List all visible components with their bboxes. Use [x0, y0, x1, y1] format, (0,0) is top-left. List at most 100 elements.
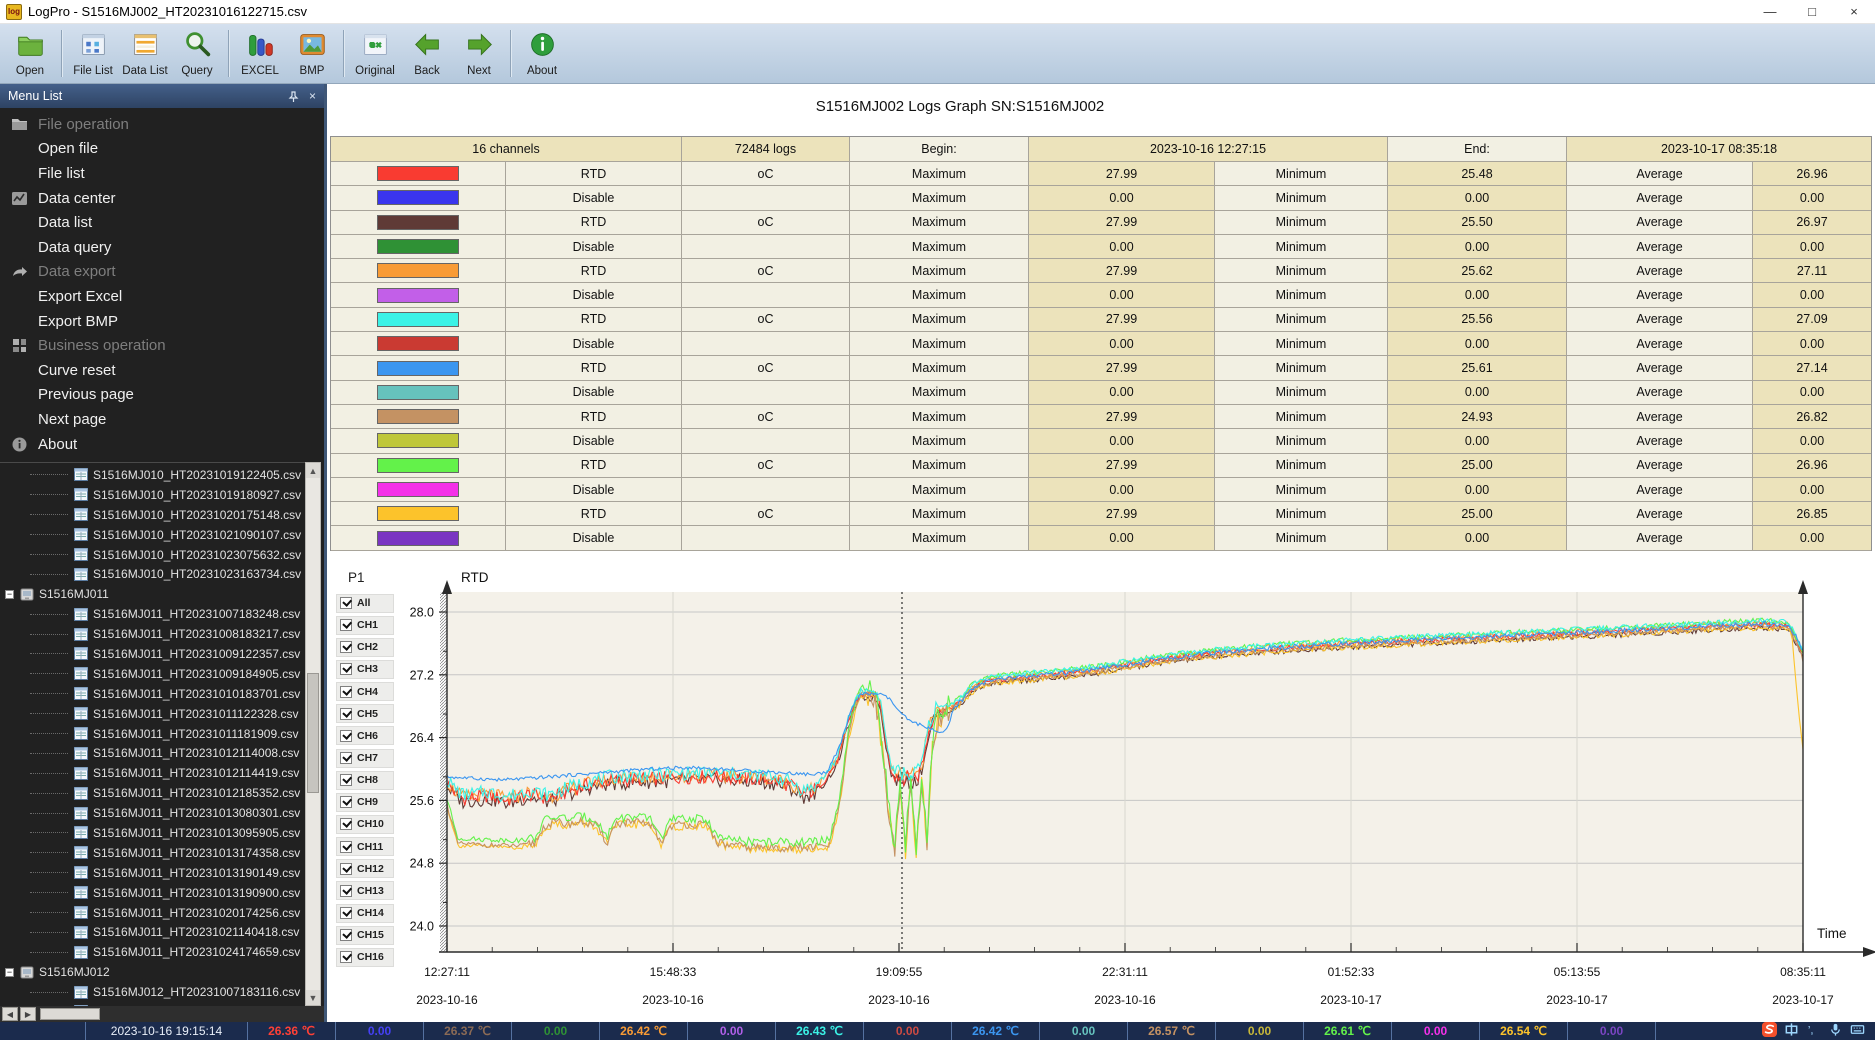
channel-toggle-ch10[interactable]: CH10	[336, 815, 394, 834]
checkbox-checked-icon[interactable]	[340, 663, 352, 675]
checkbox-checked-icon[interactable]	[340, 841, 352, 853]
toolbar-button-file-list[interactable]: File List	[67, 26, 119, 81]
ime-chinese-icon[interactable]	[1784, 1022, 1799, 1040]
channel-toggle-ch1[interactable]: CH1	[336, 616, 394, 635]
collapse-icon[interactable]: −	[5, 968, 14, 977]
tree-file[interactable]: S1516MJ011_HT20231009184905.csv	[0, 664, 308, 684]
tree-file[interactable]: S1516MJ011_HT20231013190149.csv	[0, 863, 308, 883]
toolbar-button-next[interactable]: Next	[453, 26, 505, 81]
close-panel-icon[interactable]: ×	[309, 89, 316, 103]
toolbar-button-bmp[interactable]: BMP	[286, 26, 338, 81]
menu-item-open-file[interactable]: Open file	[0, 137, 324, 162]
tree-file[interactable]: S1516MJ011_HT20231012185352.csv	[0, 783, 308, 803]
channel-toggle-ch12[interactable]: CH12	[336, 859, 394, 878]
tree-file[interactable]: S1516MJ011_HT20231012114419.csv	[0, 763, 308, 783]
tree-horizontal-scrollbar[interactable]: ◀ ▶	[0, 1006, 324, 1022]
menu-item-export-excel[interactable]: Export Excel	[0, 284, 324, 309]
tree-file[interactable]: S1516MJ010_HT20231023163734.csv	[0, 564, 308, 584]
channel-toggle-ch9[interactable]: CH9	[336, 793, 394, 812]
menu-item-export-bmp[interactable]: Export BMP	[0, 309, 324, 334]
tree-file[interactable]: S1516MJ012_HT20231007183116.csv	[0, 982, 308, 1002]
tree-file[interactable]: S1516MJ011_HT20231013174358.csv	[0, 843, 308, 863]
close-button[interactable]: ×	[1833, 0, 1875, 23]
checkbox-checked-icon[interactable]	[340, 752, 352, 764]
toolbar-button-original[interactable]: Original	[349, 26, 401, 81]
checkbox-checked-icon[interactable]	[340, 619, 352, 631]
menu-item-curve-reset[interactable]: Curve reset	[0, 358, 324, 383]
menu-item-about[interactable]: About	[0, 432, 324, 457]
checkbox-checked-icon[interactable]	[340, 597, 352, 609]
toolbar-button-about[interactable]: About	[516, 26, 568, 81]
channel-toggle-ch3[interactable]: CH3	[336, 660, 394, 679]
tree-file[interactable]: S1516MJ010_HT20231019122405.csv	[0, 465, 308, 485]
toolbar-button-excel[interactable]: EXCEL	[234, 26, 286, 81]
menu-item-data-query[interactable]: Data query	[0, 235, 324, 260]
pin-icon[interactable]	[288, 91, 299, 102]
tree-file[interactable]: S1516MJ010_HT20231020175148.csv	[0, 505, 308, 525]
sogou-logo-icon[interactable]	[1762, 1022, 1777, 1040]
tree-file[interactable]: S1516MJ011_HT20231013080301.csv	[0, 803, 308, 823]
channel-toggle-all[interactable]: All	[336, 594, 394, 613]
tree-file[interactable]: S1516MJ011_HT20231011122328.csv	[0, 704, 308, 724]
tree-file[interactable]: S1516MJ011_HT20231011181909.csv	[0, 724, 308, 744]
channel-toggle-ch11[interactable]: CH11	[336, 837, 394, 856]
tree-file[interactable]: S1516MJ010_HT20231021090107.csv	[0, 525, 308, 545]
checkbox-checked-icon[interactable]	[340, 907, 352, 919]
tree-vertical-scrollbar[interactable]: ▲ ▼	[305, 462, 321, 1006]
scrollbar-thumb[interactable]	[307, 673, 319, 793]
punctuation-icon[interactable]: ’,	[1806, 1022, 1821, 1040]
tree-file[interactable]: S1516MJ011_HT20231021140418.csv	[0, 922, 308, 942]
channel-toggle-ch14[interactable]: CH14	[336, 904, 394, 923]
tree-file[interactable]: S1516MJ011_HT20231008183217.csv	[0, 624, 308, 644]
checkbox-checked-icon[interactable]	[340, 796, 352, 808]
channel-toggle-ch2[interactable]: CH2	[336, 638, 394, 657]
channel-toggle-ch4[interactable]: CH4	[336, 682, 394, 701]
scroll-up-icon[interactable]: ▲	[306, 463, 320, 478]
scrollbar-thumb[interactable]	[40, 1008, 100, 1020]
checkbox-checked-icon[interactable]	[340, 641, 352, 653]
checkbox-checked-icon[interactable]	[340, 774, 352, 786]
checkbox-checked-icon[interactable]	[340, 885, 352, 897]
checkbox-checked-icon[interactable]	[340, 708, 352, 720]
checkbox-checked-icon[interactable]	[340, 951, 352, 963]
menu-item-data-center[interactable]: Data center	[0, 186, 324, 211]
checkbox-checked-icon[interactable]	[340, 818, 352, 830]
menu-item-file-list[interactable]: File list	[0, 161, 324, 186]
checkbox-checked-icon[interactable]	[340, 863, 352, 875]
keyboard-icon[interactable]	[1850, 1022, 1865, 1040]
checkbox-checked-icon[interactable]	[340, 929, 352, 941]
tree-file[interactable]: S1516MJ011_HT20231012114008.csv	[0, 743, 308, 763]
channel-toggle-ch15[interactable]: CH15	[336, 926, 394, 945]
minimize-button[interactable]: —	[1749, 0, 1791, 23]
checkbox-checked-icon[interactable]	[340, 730, 352, 742]
maximize-button[interactable]: □	[1791, 0, 1833, 23]
collapse-icon[interactable]: −	[5, 590, 14, 599]
toolbar-button-open[interactable]: Open	[4, 26, 56, 81]
toolbar-button-query[interactable]: Query	[171, 26, 223, 81]
tree-file[interactable]: S1516MJ011_HT20231020174256.csv	[0, 903, 308, 923]
tree-group[interactable]: −S1516MJ011	[0, 584, 308, 604]
channel-toggle-ch6[interactable]: CH6	[336, 726, 394, 745]
tree-file[interactable]: S1516MJ011_HT20231007183248.csv	[0, 604, 308, 624]
scroll-left-icon[interactable]: ◀	[2, 1007, 18, 1021]
tree-file[interactable]: S1516MJ011_HT20231009122357.csv	[0, 644, 308, 664]
tree-file[interactable]: S1516MJ011_HT20231013190900.csv	[0, 883, 308, 903]
channel-toggle-ch8[interactable]: CH8	[336, 771, 394, 790]
menu-item-next-page[interactable]: Next page	[0, 407, 324, 432]
channel-toggle-ch13[interactable]: CH13	[336, 881, 394, 900]
tree-file[interactable]: S1516MJ011_HT20231010183701.csv	[0, 684, 308, 704]
tree-file[interactable]: S1516MJ010_HT20231019180927.csv	[0, 485, 308, 505]
channel-toggle-ch5[interactable]: CH5	[336, 704, 394, 723]
scroll-right-icon[interactable]: ▶	[20, 1007, 36, 1021]
microphone-icon[interactable]	[1828, 1022, 1843, 1040]
checkbox-checked-icon[interactable]	[340, 686, 352, 698]
scroll-down-icon[interactable]: ▼	[306, 990, 320, 1005]
channel-toggle-ch7[interactable]: CH7	[336, 749, 394, 768]
menu-item-data-list[interactable]: Data list	[0, 210, 324, 235]
toolbar-button-data-list[interactable]: Data List	[119, 26, 171, 81]
tree-file[interactable]: S1516MJ010_HT20231023075632.csv	[0, 545, 308, 565]
toolbar-button-back[interactable]: Back	[401, 26, 453, 81]
menu-item-previous-page[interactable]: Previous page	[0, 383, 324, 408]
tree-group[interactable]: −S1516MJ012	[0, 962, 308, 982]
tree-file[interactable]: S1516MJ011_HT20231024174659.csv	[0, 942, 308, 962]
